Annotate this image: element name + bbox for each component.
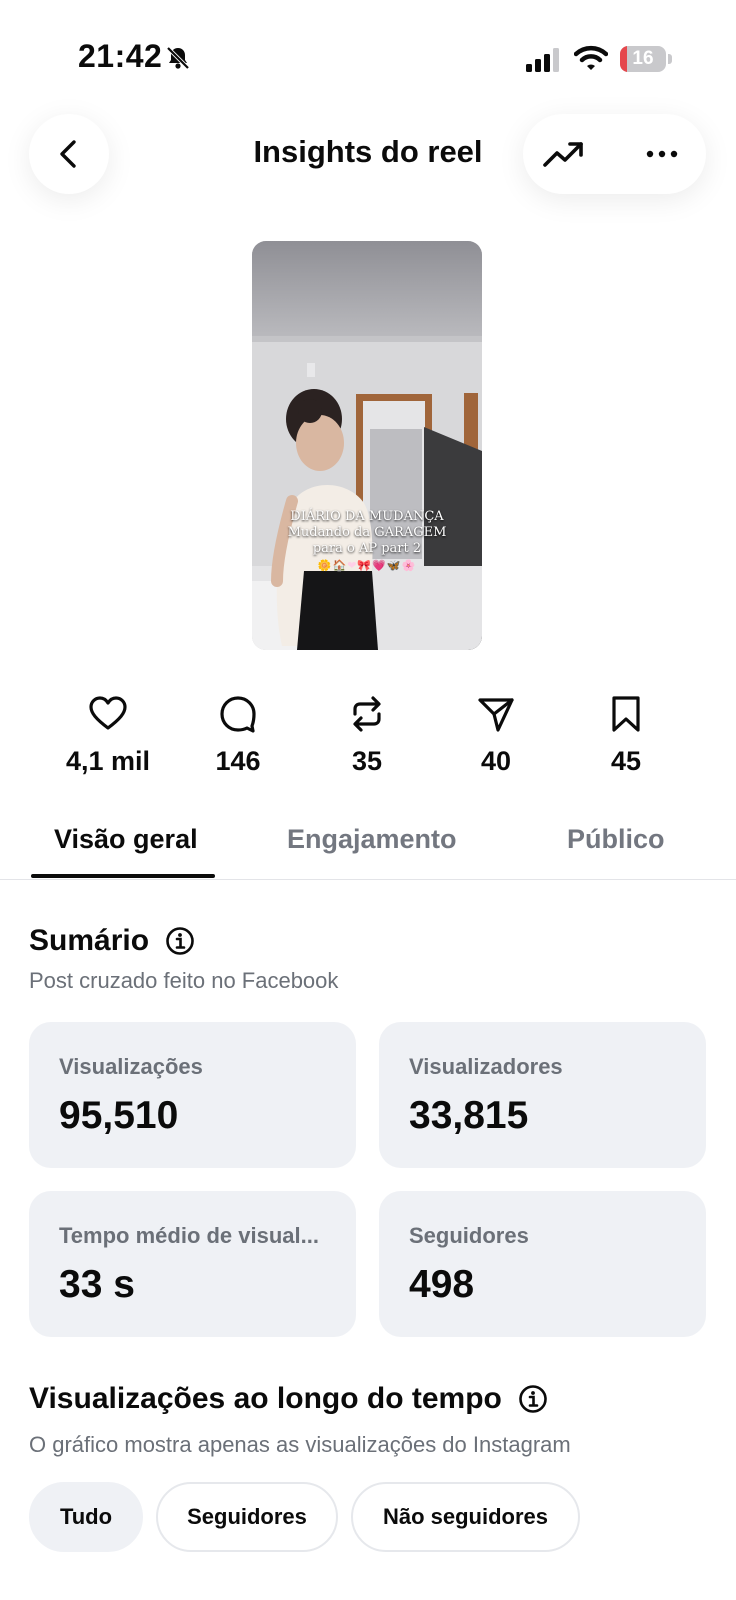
tab-engagement[interactable]: Engajamento bbox=[287, 824, 457, 855]
repost-icon bbox=[353, 696, 381, 732]
bookmark-icon bbox=[612, 696, 640, 732]
info-icon[interactable] bbox=[518, 1384, 548, 1414]
metric-label: Visualizadores bbox=[409, 1054, 563, 1079]
send-icon bbox=[478, 698, 514, 732]
status-bar: 21:42 16 bbox=[0, 0, 736, 110]
more-options-button[interactable] bbox=[639, 132, 685, 176]
signal-icon bbox=[526, 48, 559, 72]
views-over-time-title: Visualizações ao longo do tempo bbox=[29, 1382, 502, 1415]
metric-card-viewers[interactable]: Visualizadores 33,815 bbox=[379, 1022, 706, 1168]
stat-saves-value: 45 bbox=[610, 746, 642, 776]
reel-caption-line: Mudando da GARAGEM bbox=[287, 525, 447, 540]
filter-chip-followers[interactable]: Seguidores bbox=[156, 1482, 338, 1552]
stat-shares: 40 bbox=[441, 694, 551, 777]
tab-divider bbox=[0, 879, 736, 880]
metric-card-followers[interactable]: Seguidores 498 bbox=[379, 1191, 706, 1337]
filter-chip-all[interactable]: Tudo bbox=[29, 1482, 143, 1552]
status-time: 21:42 bbox=[78, 38, 163, 74]
reel-caption-line: DIÁRIO DA MUDANÇA bbox=[290, 509, 444, 524]
tab-overview[interactable]: Visão geral bbox=[54, 824, 198, 855]
stat-likes: 4,1 mil bbox=[53, 694, 163, 777]
metric-label: Seguidores bbox=[409, 1223, 529, 1248]
filter-chip-non-followers[interactable]: Não seguidores bbox=[351, 1482, 580, 1552]
metric-label: Visualizações bbox=[59, 1054, 203, 1079]
summary-header: Sumário bbox=[29, 924, 195, 958]
battery-icon: 16 bbox=[620, 46, 672, 72]
metric-value: 95,510 bbox=[59, 1094, 179, 1137]
metric-label: Tempo médio de visual... bbox=[59, 1223, 319, 1248]
stat-reposts-value: 35 bbox=[351, 746, 383, 776]
heart-icon bbox=[89, 696, 127, 730]
more-horizontal-icon bbox=[646, 150, 678, 158]
tab-audience[interactable]: Público bbox=[567, 824, 665, 855]
stat-likes-value: 4,1 mil bbox=[65, 746, 151, 776]
reel-caption: DIÁRIO DA MUDANÇA Mudando da GARAGEM par… bbox=[252, 509, 482, 557]
reel-caption-line: para o AP part 2 bbox=[312, 541, 422, 556]
stat-reposts: 35 bbox=[312, 694, 422, 777]
summary-subtitle: Post cruzado feito no Facebook bbox=[29, 968, 339, 993]
metric-card-avg-watch-time[interactable]: Tempo médio de visual... 33 s bbox=[29, 1191, 356, 1337]
header-actions bbox=[523, 114, 706, 194]
stat-saves: 45 bbox=[571, 694, 681, 777]
views-over-time-header: Visualizações ao longo do tempo bbox=[29, 1382, 548, 1416]
stat-shares-value: 40 bbox=[480, 746, 512, 776]
reel-thumbnail-image bbox=[252, 241, 482, 650]
wifi-icon bbox=[574, 45, 608, 70]
metric-value: 33 s bbox=[59, 1263, 135, 1306]
trends-button[interactable] bbox=[541, 132, 587, 176]
info-icon[interactable] bbox=[165, 926, 195, 956]
metric-value: 33,815 bbox=[409, 1094, 529, 1137]
comment-icon bbox=[220, 696, 256, 733]
bell-slash-icon bbox=[166, 46, 190, 70]
views-over-time-subtitle: O gráfico mostra apenas as visualizações… bbox=[29, 1432, 571, 1457]
reel-thumbnail[interactable]: DIÁRIO DA MUDANÇA Mudando da GARAGEM par… bbox=[252, 241, 482, 650]
battery-percent: 16 bbox=[632, 48, 654, 69]
tab-active-indicator bbox=[31, 874, 215, 878]
stat-comments-value: 146 bbox=[215, 746, 261, 776]
metric-value: 498 bbox=[409, 1263, 475, 1306]
summary-title: Sumário bbox=[29, 924, 150, 957]
metric-card-views[interactable]: Visualizações 95,510 bbox=[29, 1022, 356, 1168]
reel-caption-emoji: 🌼🏠❤🎀💗🦋🌸 bbox=[317, 560, 417, 572]
stat-comments: 146 bbox=[183, 694, 293, 777]
trending-up-icon bbox=[543, 142, 583, 167]
